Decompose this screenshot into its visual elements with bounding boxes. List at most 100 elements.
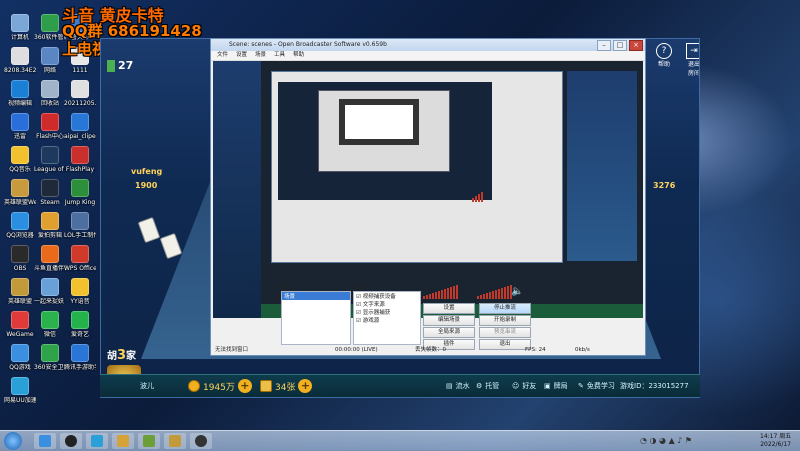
app-icon <box>11 14 29 32</box>
exit-room-label: 退出房间 <box>687 61 700 77</box>
menu-tools[interactable]: 工具 <box>274 51 285 60</box>
taskbar-clock[interactable]: 14:17 周五 2022/6/17 <box>760 433 791 449</box>
edit-scene-button[interactable]: 编辑场景 <box>423 315 475 326</box>
app-icon <box>41 146 59 164</box>
source-item[interactable]: ☑ 游戏源 <box>354 316 420 324</box>
taskbar-obs[interactable] <box>60 433 82 449</box>
app-icon <box>11 47 29 65</box>
menu-file[interactable]: 文件 <box>217 51 228 60</box>
desktop-icon[interactable]: 一起来捉妖 - 一手内测 <box>34 278 66 305</box>
add-gold-button[interactable]: + <box>237 379 252 393</box>
desktop-icon[interactable]: 回收站 <box>34 80 66 107</box>
desktop-icon[interactable]: 8208.34E2...副本 <box>4 47 36 74</box>
taskbar-app[interactable] <box>138 433 160 449</box>
desktop-icon-label: Flash中心 <box>36 133 64 140</box>
menu-settings[interactable]: 设置 <box>236 51 247 60</box>
desktop-icon[interactable]: 爱奇艺 <box>64 311 96 338</box>
add-ticket-button[interactable]: + <box>298 379 313 393</box>
desktop-icon[interactable]: aipai_cliper <box>64 113 96 140</box>
global-sources-button[interactable]: 全局来源 <box>423 327 475 338</box>
app-icon <box>11 278 29 296</box>
desktop-icon[interactable]: Jump King <box>64 179 96 206</box>
gold-coin-icon <box>188 380 200 392</box>
desktop-icon-label: Steam <box>40 199 60 206</box>
desktop-icon-label: 一起来捉妖 - 一手内测 <box>34 298 66 305</box>
minimize-button[interactable]: – <box>597 40 611 51</box>
desktop-icon-label: 爱拍剪辑 <box>37 232 62 239</box>
desktop-icon-label: aipai_cliper <box>64 133 96 140</box>
desktop-icon[interactable]: 斗鱼直播伴侣 <box>34 245 66 272</box>
taskbar-game[interactable] <box>112 433 134 449</box>
obs-status-bar: 无法找到窗口 00:00:00 (LIVE) 丢失帧数：0 FPS: 24 0k… <box>213 345 643 355</box>
desktop-icon[interactable]: WPS Office <box>64 245 96 272</box>
desktop-icon[interactable]: 微信 <box>34 311 66 338</box>
stop-stream-button[interactable]: 停止推流 <box>479 303 531 314</box>
scene-list-item[interactable]: 场景 <box>282 292 350 300</box>
source-item[interactable]: ☑ 显示器捕获 <box>354 308 420 316</box>
desktop-icon[interactable]: 爱拍剪辑 <box>34 212 66 239</box>
preview-stream-button[interactable]: 预览串流 <box>479 327 531 338</box>
obs-titlebar[interactable]: Scene: scenes - Open Broadcaster Softwar… <box>211 39 645 51</box>
desktop-icon[interactable]: FlashPlay <box>64 146 96 173</box>
taskbar-browser[interactable] <box>86 433 108 449</box>
desktop-icon[interactable]: QQ音乐 <box>4 146 36 173</box>
preview-obs-window <box>271 71 563 263</box>
source-item[interactable]: ☑ 文字来源 <box>354 300 420 308</box>
menu-scenes[interactable]: 场景 <box>255 51 266 60</box>
desktop-icon[interactable]: 英雄联盟WeGame版 <box>4 179 36 206</box>
bottom-button-tuoguan[interactable]: ⚙ 托管 <box>476 378 499 394</box>
desktop-icon-label: 20211205... <box>64 100 96 107</box>
desktop-icon[interactable]: LOL手工制作卡特跳舞 <box>64 212 96 239</box>
obs-window[interactable]: Scene: scenes - Open Broadcaster Softwar… <box>210 38 646 356</box>
app-icon <box>11 113 29 131</box>
start-button[interactable] <box>4 432 22 450</box>
start-record-button[interactable]: 开始录制 <box>479 315 531 326</box>
desktop-icon-label: League of Legends <box>34 166 66 173</box>
status-message: 无法找到窗口 <box>215 347 249 353</box>
menu-help[interactable]: 帮助 <box>293 51 304 60</box>
taskbar-lol[interactable] <box>164 433 186 449</box>
desktop-icon[interactable]: 20211205... <box>64 80 96 107</box>
desktop-icon[interactable]: Steam <box>34 179 66 206</box>
close-button[interactable]: × <box>629 40 643 51</box>
bottom-button-liushui[interactable]: ▤ 流水 <box>446 378 470 394</box>
desktop-icon[interactable]: 迅雷 <box>4 113 36 140</box>
desktop-icon[interactable]: 视频编辑 <box>4 80 36 107</box>
desktop-icon[interactable]: 英雄联盟 <box>4 278 36 305</box>
left-player-name: vufeng <box>131 167 163 176</box>
preview-infinite-mirror <box>339 99 419 145</box>
desktop-icon[interactable]: 计算机 <box>4 14 36 41</box>
sources-list[interactable]: ☑ 视频捕获设备 ☑ 文字来源 ☑ 显示器捕获 ☑ 游戏源 <box>353 291 421 345</box>
desktop-icon[interactable]: 网易UU加速器 <box>4 377 36 404</box>
desktop-icon[interactable]: 腾讯手游助手 <box>64 344 96 371</box>
desktop-icon[interactable]: 360安全卫士 <box>34 344 66 371</box>
top-coin-counter: 27 <box>107 59 133 72</box>
desktop-icon-label: Jump King <box>64 199 96 206</box>
system-tray-icons[interactable]: ◔ ◑ ◕ ▲ ♪ ⚑ <box>640 436 692 445</box>
bottom-button-friends[interactable]: ☺ 好友 <box>512 378 536 394</box>
maximize-button[interactable]: □ <box>613 40 627 51</box>
book-icon: ✎ <box>578 382 584 390</box>
desktop-icon[interactable]: WeGame <box>4 311 36 338</box>
desktop-icon-label: 计算机 <box>10 34 29 41</box>
desktop-icon[interactable]: Flash中心 <box>34 113 66 140</box>
speaker-icon[interactable]: 🔈 <box>511 286 523 297</box>
settings-button[interactable]: 设置 <box>423 303 475 314</box>
desktop-icon-label: 360安全卫士 <box>34 364 66 371</box>
source-item[interactable]: ☑ 视频捕获设备 <box>354 292 420 300</box>
desktop-icon[interactable]: YY语音 <box>64 278 96 305</box>
app-icon <box>11 311 29 329</box>
taskbar-obs-2[interactable] <box>190 433 212 449</box>
desktop-icon-label: 网易UU加速器 <box>4 397 36 404</box>
desktop-icon[interactable]: QQ游戏 <box>4 344 36 371</box>
desktop-icon[interactable]: QQ浏览器 <box>4 212 36 239</box>
app-icon <box>41 212 59 230</box>
help-button[interactable]: ? 帮助 <box>656 43 672 77</box>
desktop-icon[interactable]: League of Legends <box>34 146 66 173</box>
scenes-list[interactable]: 场景 <box>281 291 351 345</box>
bottom-button-paiju[interactable]: ▣ 牌局 <box>544 378 568 394</box>
desktop-icon[interactable]: OBS <box>4 245 36 272</box>
taskbar-ie[interactable] <box>34 433 56 449</box>
bottom-button-learn[interactable]: ✎ 免费学习 <box>578 378 615 394</box>
exit-room-button[interactable]: ⇥ 退出房间 <box>686 43 700 77</box>
